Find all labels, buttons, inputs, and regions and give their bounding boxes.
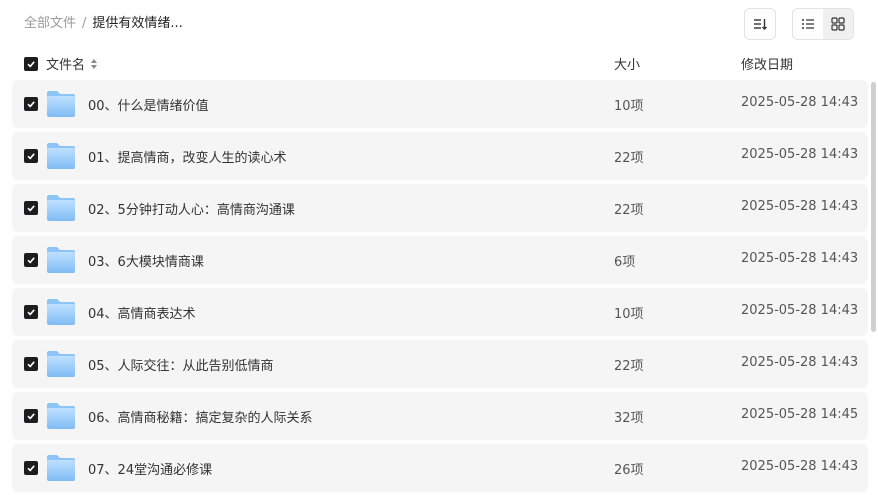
sort-toggle-icon bbox=[91, 58, 98, 69]
folder-icon bbox=[47, 195, 75, 221]
table-row[interactable]: 05、人际交往：从此告别低情商 22项 2025-05-28 14:43 bbox=[12, 340, 868, 388]
checkmark-icon bbox=[27, 413, 35, 420]
column-header-name-label: 文件名 bbox=[46, 58, 86, 73]
row-checkbox[interactable] bbox=[24, 305, 38, 319]
checkmark-icon bbox=[27, 309, 35, 316]
file-size: 22项 bbox=[614, 151, 644, 166]
breadcrumb-separator: / bbox=[82, 16, 87, 31]
folder-icon bbox=[47, 143, 75, 169]
folder-icon bbox=[47, 351, 75, 377]
file-name[interactable]: 06、高情商秘籍：搞定复杂的人际关系 bbox=[88, 407, 313, 426]
list-view-button[interactable] bbox=[793, 9, 823, 39]
row-checkbox[interactable] bbox=[24, 253, 38, 267]
vertical-scrollbar[interactable] bbox=[871, 82, 876, 332]
file-modified: 2025-05-28 14:43 bbox=[741, 303, 859, 318]
file-size: 10项 bbox=[614, 99, 644, 114]
checkmark-icon bbox=[27, 61, 35, 68]
file-modified: 2025-05-28 14:43 bbox=[741, 459, 859, 474]
file-name[interactable]: 00、什么是情绪价值 bbox=[88, 95, 209, 114]
file-modified: 2025-05-28 14:43 bbox=[741, 355, 859, 370]
row-checkbox[interactable] bbox=[24, 149, 38, 163]
file-name[interactable]: 03、6大模块情商课 bbox=[88, 251, 204, 270]
table-row[interactable]: 06、高情商秘籍：搞定复杂的人际关系 32项 2025-05-28 14:45 bbox=[12, 392, 868, 440]
file-name[interactable]: 05、人际交往：从此告别低情商 bbox=[88, 355, 274, 374]
folder-icon bbox=[47, 91, 75, 117]
table-row[interactable]: 03、6大模块情商课 6项 2025-05-28 14:43 bbox=[12, 236, 868, 284]
row-checkbox[interactable] bbox=[24, 201, 38, 215]
checkmark-icon bbox=[27, 101, 35, 108]
sort-button[interactable] bbox=[744, 8, 776, 40]
file-modified: 2025-05-28 14:43 bbox=[741, 95, 859, 110]
row-checkbox[interactable] bbox=[24, 97, 38, 111]
grid-view-button[interactable] bbox=[823, 9, 853, 39]
file-name[interactable]: 04、高情商表达术 bbox=[88, 303, 196, 322]
table-row[interactable]: 00、什么是情绪价值 10项 2025-05-28 14:43 bbox=[12, 80, 868, 128]
table-header: 文件名 大小 修改日期 bbox=[0, 50, 878, 78]
row-checkbox[interactable] bbox=[24, 409, 38, 423]
file-modified: 2025-05-28 14:43 bbox=[741, 147, 859, 162]
row-checkbox[interactable] bbox=[24, 357, 38, 371]
file-modified: 2025-05-28 14:43 bbox=[741, 251, 859, 266]
select-all-checkbox[interactable] bbox=[24, 57, 38, 71]
file-list: 00、什么是情绪价值 10项 2025-05-28 14:43 01、提高情商，… bbox=[12, 80, 868, 495]
file-size: 22项 bbox=[614, 359, 644, 374]
table-row[interactable]: 02、5分钟打动人心：高情商沟通课 22项 2025-05-28 14:43 bbox=[12, 184, 868, 232]
column-header-size[interactable]: 大小 bbox=[614, 54, 640, 73]
file-size: 10项 bbox=[614, 307, 644, 322]
checkmark-icon bbox=[27, 361, 35, 368]
checkmark-icon bbox=[27, 465, 35, 472]
folder-icon bbox=[47, 455, 75, 481]
list-view-icon bbox=[802, 19, 814, 29]
column-header-modified[interactable]: 修改日期 bbox=[741, 54, 793, 73]
checkmark-icon bbox=[27, 205, 35, 212]
column-header-name[interactable]: 文件名 bbox=[46, 54, 99, 73]
checkmark-icon bbox=[27, 257, 35, 264]
file-modified: 2025-05-28 14:45 bbox=[741, 407, 859, 422]
grid-view-icon bbox=[831, 17, 845, 31]
file-name[interactable]: 02、5分钟打动人心：高情商沟通课 bbox=[88, 199, 295, 218]
view-toggle bbox=[792, 8, 854, 40]
breadcrumb-root-link[interactable]: 全部文件 bbox=[24, 14, 76, 34]
file-name[interactable]: 07、24堂沟通必修课 bbox=[88, 459, 212, 478]
table-row[interactable]: 07、24堂沟通必修课 26项 2025-05-28 14:43 bbox=[12, 444, 868, 492]
table-row[interactable]: 04、高情商表达术 10项 2025-05-28 14:43 bbox=[12, 288, 868, 336]
file-name[interactable]: 01、提高情商，改变人生的读心术 bbox=[88, 147, 287, 166]
file-size: 26项 bbox=[614, 463, 644, 478]
sort-descending-icon bbox=[754, 19, 767, 30]
breadcrumb: 全部文件 / 提供有效情绪... bbox=[24, 14, 183, 34]
table-row[interactable]: 01、提高情商，改变人生的读心术 22项 2025-05-28 14:43 bbox=[12, 132, 868, 180]
file-size: 32项 bbox=[614, 411, 644, 426]
file-size: 22项 bbox=[614, 203, 644, 218]
top-bar: 全部文件 / 提供有效情绪... bbox=[0, 0, 878, 48]
breadcrumb-current: 提供有效情绪... bbox=[92, 16, 183, 31]
file-modified: 2025-05-28 14:43 bbox=[741, 199, 859, 214]
checkmark-icon bbox=[27, 153, 35, 160]
row-checkbox[interactable] bbox=[24, 461, 38, 475]
folder-icon bbox=[47, 299, 75, 325]
folder-icon bbox=[47, 403, 75, 429]
folder-icon bbox=[47, 247, 75, 273]
file-size: 6项 bbox=[614, 255, 636, 270]
